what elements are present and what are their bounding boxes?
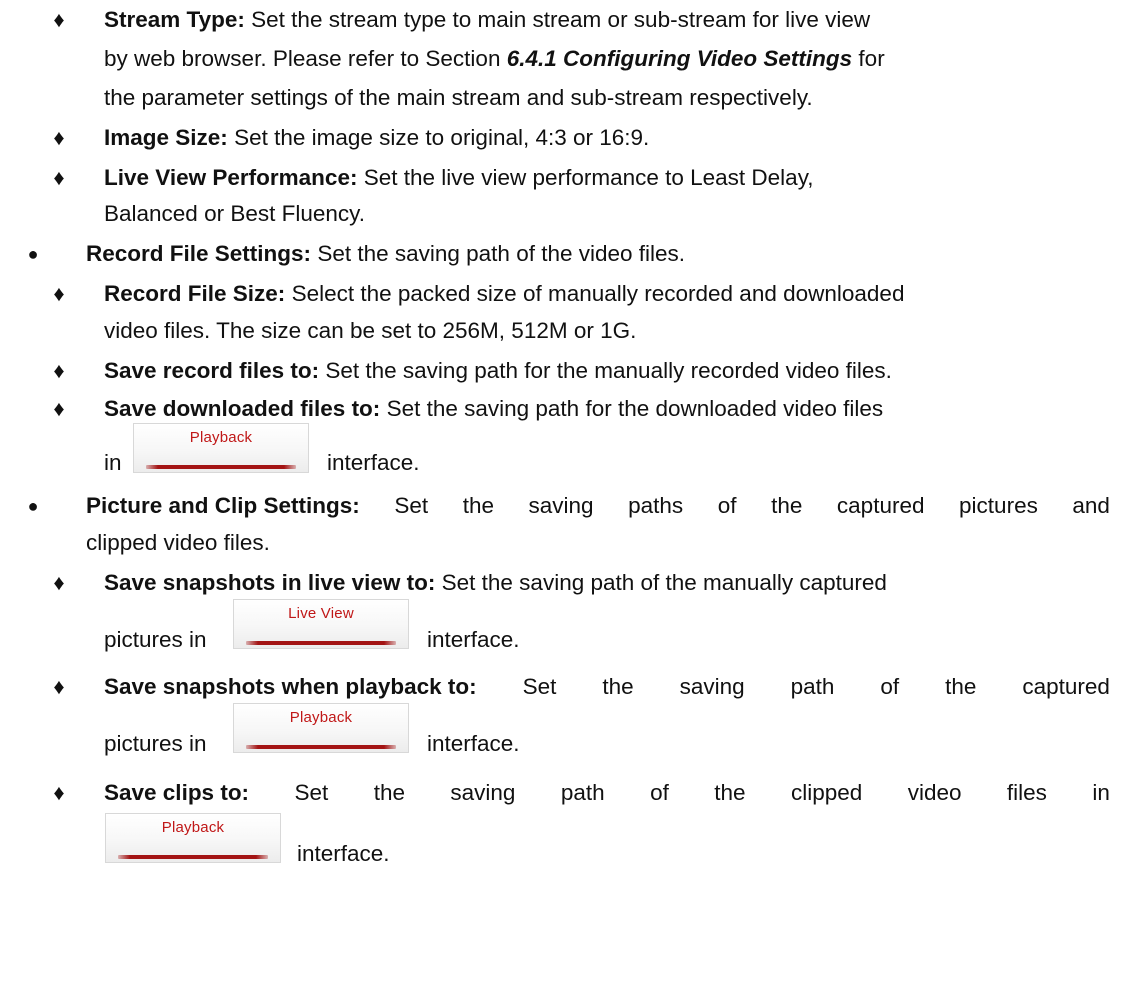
stream-type-text-1: Set the stream type to main stream or su… <box>251 7 871 32</box>
record-file-settings-line: Record File Settings: Set the saving pat… <box>86 238 685 271</box>
stream-type-line-1: Stream Type: Set the stream type to main… <box>104 4 870 37</box>
word: path <box>790 674 835 699</box>
picture-clip-settings-line-1: Picture and Clip Settings: Set the savin… <box>86 490 1110 523</box>
picture-clip-settings-line-2: clipped video files. <box>86 530 270 555</box>
save-snapshots-playback-text-interface: interface. <box>427 731 520 756</box>
save-clips-label: Save clips to: <box>104 780 250 805</box>
save-snapshots-playback-line-1: Save snapshots when playback to: Set the… <box>104 671 1110 704</box>
word: the <box>771 493 803 518</box>
word: and <box>1072 493 1110 518</box>
save-downloaded-files-text-interface: interface. <box>327 450 420 475</box>
save-snapshots-playback-label: Save snapshots when playback to: <box>104 674 477 699</box>
word: Set <box>522 674 557 699</box>
picture-clip-settings-label: Picture and Clip Settings: <box>86 493 360 518</box>
justified-line: Picture and Clip Settings: Set the savin… <box>86 490 1110 523</box>
save-snapshots-live-label: Save snapshots in live view to: <box>104 570 436 595</box>
live-view-button[interactable]: Live View <box>233 599 409 649</box>
record-file-settings-text: Set the saving path of the video files. <box>317 241 686 266</box>
word: captured <box>1022 674 1110 699</box>
record-file-size-label: Record File Size: <box>104 281 286 306</box>
justified-line: Save clips to: Set the saving path of th… <box>104 777 1110 810</box>
diamond-bullet-icon: ♦ <box>53 674 65 699</box>
manual-page: ♦ Stream Type: Set the stream type to ma… <box>0 0 1123 988</box>
circle-bullet-icon: ● <box>27 244 39 264</box>
word: of <box>717 493 737 518</box>
diamond-bullet-icon: ♦ <box>53 7 65 32</box>
record-file-size-text-1: Select the packed size of manually recor… <box>291 281 905 306</box>
live-view-performance-text-1: Set the live view performance to Least D… <box>363 165 814 190</box>
word: saving <box>679 674 745 699</box>
playback-button[interactable]: Playback <box>105 813 281 863</box>
word: files <box>1006 780 1047 805</box>
save-record-files-label: Save record files to: <box>104 358 320 383</box>
live-view-performance-label: Live View Performance: <box>104 165 358 190</box>
word: the <box>602 674 634 699</box>
diamond-bullet-icon: ♦ <box>53 125 65 150</box>
diamond-bullet-icon: ♦ <box>53 570 65 595</box>
diamond-bullet-icon: ♦ <box>53 281 65 306</box>
playback-button-label: Playback <box>289 709 353 726</box>
live-view-performance-line-2: Balanced or Best Fluency. <box>104 201 365 226</box>
circle-bullet-icon: ● <box>27 496 39 516</box>
word: in <box>1092 780 1110 805</box>
justified-line: Save snapshots when playback to: Set the… <box>104 671 1110 704</box>
word: captured <box>836 493 925 518</box>
image-size-label: Image Size: <box>104 125 228 150</box>
word: saving <box>450 780 516 805</box>
stream-type-text-2: by web browser. Please refer to Section <box>104 46 507 71</box>
stream-type-text-2b: for <box>852 46 885 71</box>
diamond-bullet-icon: ♦ <box>53 165 65 190</box>
save-downloaded-files-label: Save downloaded files to: <box>104 396 381 421</box>
save-snapshots-live-text-pre: pictures in <box>104 627 207 652</box>
save-downloaded-files-line-1: Save downloaded files to: Set the saving… <box>104 393 883 426</box>
save-snapshots-live-text-interface: interface. <box>427 627 520 652</box>
image-size-text: Set the image size to original, 4:3 or 1… <box>234 125 650 150</box>
word: video <box>907 780 962 805</box>
image-size-line: Image Size: Set the image size to origin… <box>104 122 649 155</box>
stream-type-label: Stream Type: <box>104 7 245 32</box>
word: the <box>462 493 494 518</box>
stream-type-line-2: by web browser. Please refer to Section … <box>104 43 885 76</box>
playback-button[interactable]: Playback <box>233 703 409 753</box>
save-record-files-text: Set the saving path for the manually rec… <box>325 358 892 383</box>
record-file-size-line-1: Record File Size: Select the packed size… <box>104 278 904 311</box>
save-record-files-line: Save record files to: Set the saving pat… <box>104 355 892 388</box>
save-downloaded-files-text-1: Set the saving path for the downloaded v… <box>386 396 884 421</box>
button-underline <box>246 745 396 749</box>
diamond-bullet-icon: ♦ <box>53 780 65 805</box>
word: pictures <box>959 493 1038 518</box>
word: of <box>650 780 669 805</box>
word: saving <box>528 493 594 518</box>
word: the <box>373 780 405 805</box>
playback-button-label: Playback <box>189 429 253 446</box>
section-reference: 6.4.1 Configuring Video Settings <box>506 46 853 71</box>
word: Set <box>394 493 429 518</box>
save-snapshots-playback-text-pre: pictures in <box>104 731 207 756</box>
diamond-bullet-icon: ♦ <box>53 396 65 421</box>
save-downloaded-files-text-in: in <box>104 450 122 475</box>
word: clipped <box>790 780 863 805</box>
stream-type-line-3: the parameter settings of the main strea… <box>104 85 813 110</box>
save-snapshots-live-line-1: Save snapshots in live view to: Set the … <box>104 567 887 600</box>
record-file-settings-label: Record File Settings: <box>86 241 312 266</box>
button-underline <box>118 855 268 859</box>
word: of <box>880 674 900 699</box>
record-file-size-line-2: video files. The size can be set to 256M… <box>104 318 637 343</box>
word: Set <box>294 780 329 805</box>
word: path <box>560 780 605 805</box>
playback-button[interactable]: Playback <box>133 423 309 473</box>
word: the <box>714 780 746 805</box>
word: the <box>945 674 977 699</box>
button-underline <box>246 641 396 645</box>
diamond-bullet-icon: ♦ <box>53 358 65 383</box>
save-clips-text-interface: interface. <box>297 841 390 866</box>
save-snapshots-live-text-1: Set the saving path of the manually capt… <box>441 570 887 595</box>
save-clips-line-1: Save clips to: Set the saving path of th… <box>104 777 1110 810</box>
word: paths <box>628 493 684 518</box>
live-view-button-label: Live View <box>288 605 354 622</box>
live-view-performance-line-1: Live View Performance: Set the live view… <box>104 162 814 195</box>
button-underline <box>146 465 296 469</box>
playback-button-label: Playback <box>161 819 225 836</box>
